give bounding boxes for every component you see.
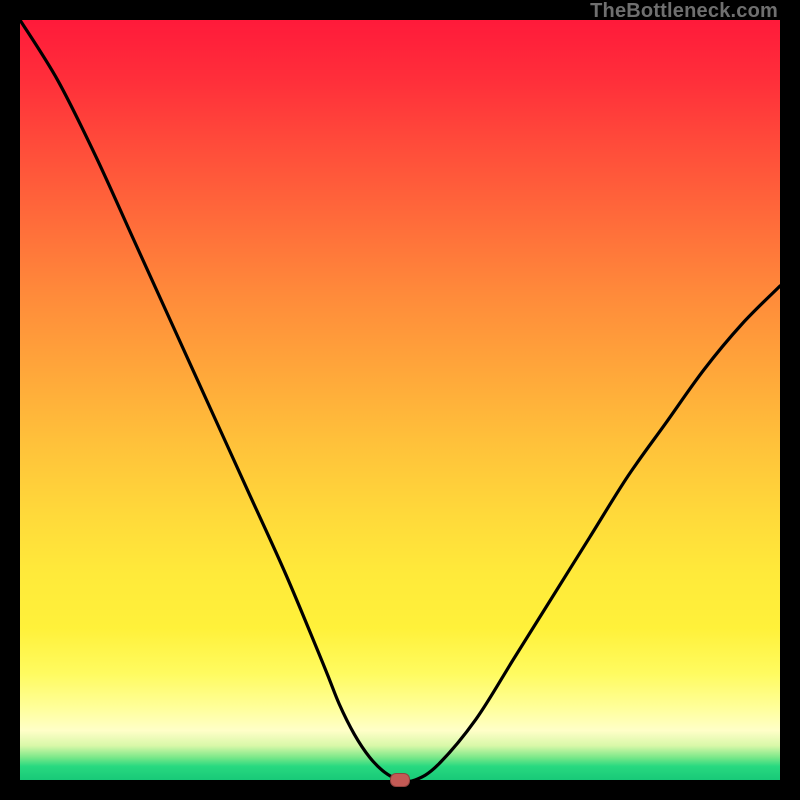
chart-frame: TheBottleneck.com — [0, 0, 800, 800]
minimum-marker — [390, 773, 410, 787]
bottleneck-curve — [20, 20, 780, 780]
plot-area — [20, 20, 780, 780]
watermark-text: TheBottleneck.com — [590, 0, 778, 23]
